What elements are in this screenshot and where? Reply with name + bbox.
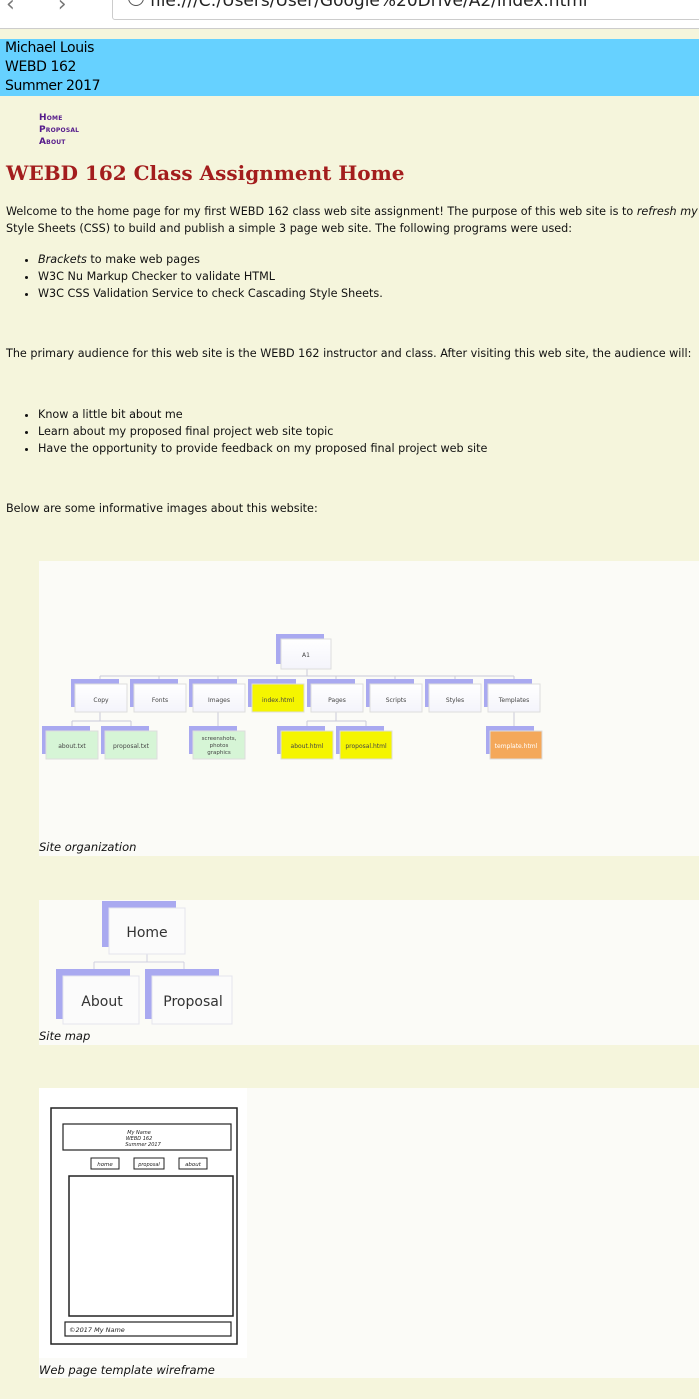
images-intro: Below are some informative images about … [6,502,318,515]
wireframe-figure: My Name WEBD 162 Summer 2017 home propos… [39,1088,699,1378]
nav-link-about[interactable]: About [39,136,79,148]
list-item: Know a little bit about me [38,406,487,423]
wireframe-header-text: Summer 2017 [125,1142,161,1148]
author-name: Michael Louis [5,40,95,56]
nav-link-home[interactable]: Home [39,112,79,124]
url-text[interactable]: file:///C:/Users/User/Google%20Drive/A2/… [150,0,588,11]
figure-caption-organization: Site organization [39,840,137,854]
org-file-label: proposal.html [345,743,387,750]
browser-toolbar: ‹ › ↻ i file:///C:/Users/User/Google%20D… [0,0,699,29]
org-folder-label: Copy [93,697,109,704]
org-folders: Copy Fonts Images index.html Pages Scrip… [71,679,541,713]
nav-link-proposal[interactable]: Proposal [39,124,79,136]
org-folder-label: Templates [498,697,530,704]
org-file-label: about.html [291,743,324,750]
org-file-label: graphics [207,750,231,756]
term: Summer 2017 [5,78,101,94]
wireframe-footer-text: ©2017 My Name [69,1326,125,1334]
intro-paragraph-line1: Welcome to the home page for my first WE… [6,203,698,220]
outcomes-list: Know a little bit about me Learn about m… [22,406,487,457]
audience-paragraph: The primary audience for this web site i… [6,347,692,360]
org-folder-label: Fonts [152,697,168,704]
list-item: W3C Nu Markup Checker to validate HTML [38,268,383,285]
org-folder-label: index.html [262,697,294,704]
wireframe-nav-label: about [185,1162,202,1168]
wireframe-nav-label: home [97,1162,113,1168]
list-item: W3C CSS Validation Service to check Casc… [38,285,383,302]
org-file-label: photos [210,743,229,749]
intro-text: Welcome to the home page for my first WE… [6,205,637,218]
intro-paragraph-line2: Style Sheets (CSS) to build and publish … [6,222,573,235]
list-item: Learn about my proposed final project we… [38,423,487,440]
list-item: Have the opportunity to provide feedback… [38,440,487,457]
site-organization-figure: A1 Copy Fonts Images index.html Pages Sc… [39,561,699,856]
program-name: Brackets [38,253,87,266]
sitemap-home-label: Home [126,925,167,941]
figure-caption-wireframe: Web page template wireframe [39,1363,215,1377]
course-name: WEBD 162 [5,59,77,75]
sitemap-about-label: About [81,994,123,1010]
org-file-label: about.txt [58,743,86,750]
org-file-label: screenshots, [202,736,237,742]
program-desc: to make web pages [86,253,200,266]
site-map-diagram: Home About Proposal [56,901,233,1025]
org-folder-label: Scripts [386,697,407,704]
org-folder-label: Styles [446,697,464,704]
org-folder-label: Images [208,697,230,704]
wireframe-nav-label: proposal [137,1162,160,1168]
org-root-label: A1 [302,652,310,659]
intro-emphasis: refresh my [636,205,698,218]
site-nav: Home Proposal About [39,112,79,148]
site-organization-diagram: A1 Copy Fonts Images index.html Pages Sc… [42,634,543,760]
wireframe-sketch: My Name WEBD 162 Summer 2017 home propos… [39,1088,247,1358]
list-item: Brackets to make web pages [38,251,383,268]
wireframe-paper [39,1088,247,1358]
org-files: about.txt proposal.txt screenshots, phot… [42,726,543,760]
site-map-figure: Home About Proposal [39,900,699,1045]
org-folder-label: Pages [328,697,346,704]
site-header: Michael Louis WEBD 162 Summer 2017 [0,39,699,96]
programs-list: Brackets to make web pages W3C Nu Markup… [22,251,383,302]
figure-caption-sitemap: Site map [39,1029,91,1043]
org-file-label: proposal.txt [113,743,150,750]
page-title: WEBD 162 Class Assignment Home [6,161,405,185]
org-file-label: template.html [495,743,538,750]
sitemap-proposal-label: Proposal [163,994,222,1010]
